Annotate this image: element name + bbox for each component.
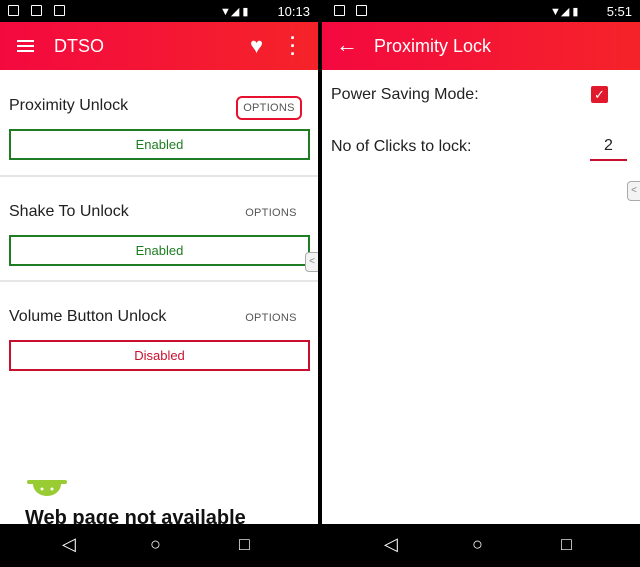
- heart-icon[interactable]: ♥: [250, 33, 263, 59]
- clicks-input[interactable]: 2: [590, 137, 627, 161]
- wifi-icon: ▼◢ ▮: [220, 6, 249, 18]
- app-toolbar: ← Proximity Lock: [322, 22, 640, 70]
- navigation-bar: ◁ ○ □: [0, 524, 318, 567]
- left-screen: ▼◢ ▮ 10:13 DTSO ♥ · · · Proximity Unlock O…: [0, 0, 318, 567]
- clock: 10:13: [277, 4, 310, 19]
- proximity-options-button[interactable]: OPTIONS: [236, 96, 302, 120]
- back-nav-icon[interactable]: ◁: [384, 534, 398, 555]
- back-arrow-icon[interactable]: ←: [336, 32, 358, 58]
- recents-nav-icon[interactable]: □: [561, 534, 572, 555]
- volume-status-button[interactable]: Disabled: [9, 340, 310, 371]
- status-bar: ▼◢ ▮ 5:51: [322, 0, 640, 22]
- home-nav-icon[interactable]: ○: [150, 534, 161, 555]
- screen-title: Proximity Lock: [374, 36, 492, 56]
- app-toolbar: DTSO ♥ · · ·: [0, 22, 318, 70]
- more-options-icon[interactable]: · · ·: [290, 29, 296, 63]
- status-bar: ▼◢ ▮ 10:13: [0, 0, 318, 22]
- image-icon: [334, 5, 345, 16]
- recents-nav-icon[interactable]: □: [239, 534, 250, 555]
- clicks-label: No of Clicks to lock:: [331, 138, 472, 155]
- shake-options-button[interactable]: OPTIONS: [241, 207, 301, 219]
- notification-icon: [54, 5, 65, 16]
- wifi-icon: ▼◢ ▮: [550, 6, 579, 18]
- navigation-bar: ◁ ○ □: [322, 524, 640, 567]
- power-saving-label: Power Saving Mode:: [331, 86, 479, 103]
- clipboard-check-icon: [356, 5, 367, 16]
- home-nav-icon[interactable]: ○: [472, 534, 483, 555]
- proximity-status-button[interactable]: Enabled: [9, 129, 310, 160]
- image-icon: [31, 5, 42, 16]
- clock: 5:51: [606, 4, 632, 19]
- right-screen: ▼◢ ▮ 5:51 ← Proximity Lock Power Saving …: [322, 0, 640, 567]
- shake-unlock-label: Shake To Unlock: [9, 203, 129, 220]
- divider: [0, 175, 318, 177]
- app-title: DTSO: [54, 36, 105, 56]
- shake-status-button[interactable]: Enabled: [9, 235, 310, 266]
- side-handle[interactable]: <: [305, 252, 318, 272]
- proximity-unlock-label: Proximity Unlock: [9, 97, 129, 114]
- back-nav-icon[interactable]: ◁: [62, 534, 76, 555]
- notification-icon: [8, 5, 19, 16]
- menu-icon[interactable]: [17, 40, 34, 52]
- volume-options-button[interactable]: OPTIONS: [241, 312, 301, 324]
- volume-unlock-label: Volume Button Unlock: [9, 308, 167, 325]
- divider: [0, 280, 318, 282]
- android-icon: [27, 480, 67, 496]
- power-saving-checkbox[interactable]: ✓: [591, 86, 608, 103]
- side-handle[interactable]: <: [627, 181, 640, 201]
